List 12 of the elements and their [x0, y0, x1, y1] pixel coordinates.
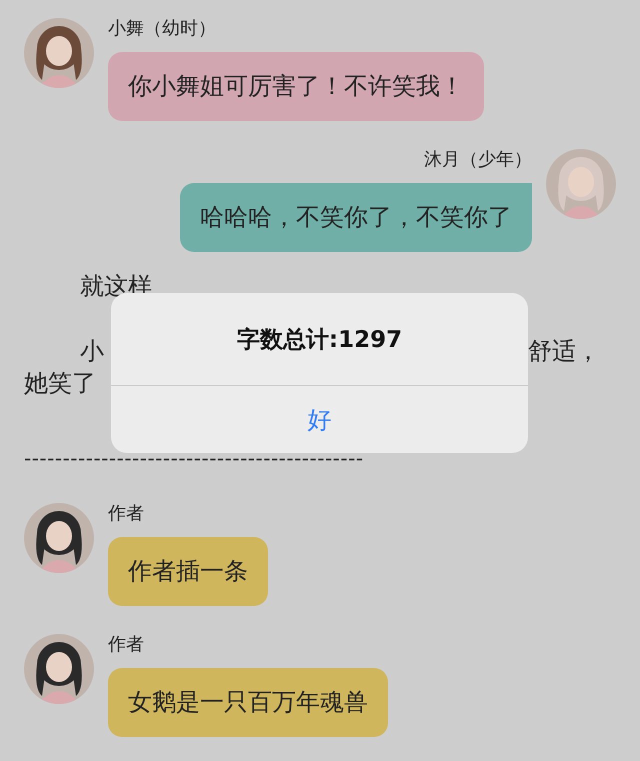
paragraph-text: 她笑了	[24, 368, 96, 399]
paragraph-text: 小	[79, 336, 104, 367]
message-bubble: 哈哈哈，不笑你了，不笑你了	[180, 183, 532, 252]
paragraph-text: 舒适，	[528, 336, 600, 367]
sender-name: 沐月（少年）	[424, 149, 532, 171]
message-bubble: 作者插一条	[108, 537, 268, 606]
sender-name: 小舞（幼时）	[108, 18, 216, 40]
sender-name: 作者	[108, 503, 144, 525]
sender-name: 作者	[108, 634, 144, 656]
message-bubble: 你小舞姐可厉害了！不许笑我！	[108, 52, 484, 121]
dialog-title: 字数总计:1297	[236, 326, 402, 354]
message-bubble: 女鹅是一只百万年魂兽	[108, 668, 388, 737]
